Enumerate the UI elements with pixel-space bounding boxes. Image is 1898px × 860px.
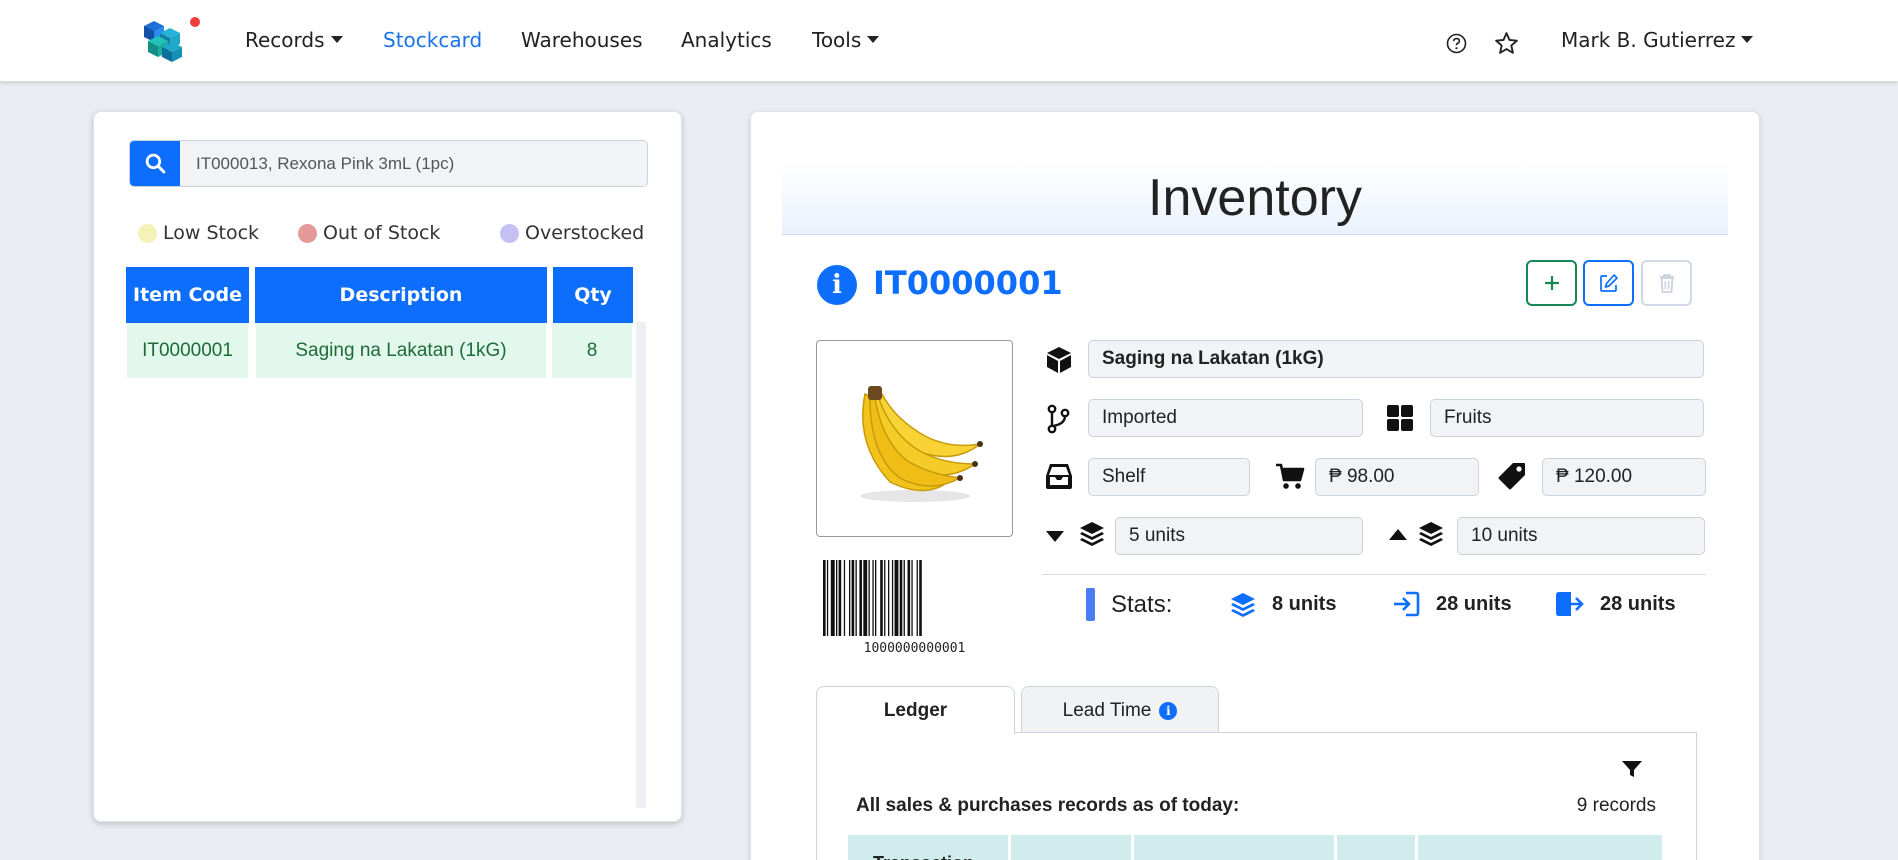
category-field[interactable]: Fruits (1430, 399, 1704, 437)
tab-ledger[interactable]: Ledger (816, 686, 1015, 734)
ledger-header-col[interactable] (1011, 835, 1131, 860)
ledger-caption: All sales & purchases records as of toda… (856, 795, 1240, 816)
item-code-title: IT0000001 (873, 264, 1063, 302)
banana-image (859, 385, 983, 502)
caret-down-icon (1741, 36, 1754, 43)
inventory-card: Inventory i IT0000001 1000000000001 Sagi… (750, 111, 1760, 860)
stat-on-hand: 8 units (1272, 593, 1337, 615)
edit-button[interactable] (1583, 260, 1634, 306)
nav-warehouses[interactable]: Warehouses (521, 28, 643, 52)
table-scrollbar[interactable] (636, 322, 646, 808)
header-item-code[interactable]: Item Code (126, 267, 249, 323)
selling-price-field[interactable]: ₱ 120.00 (1542, 458, 1706, 496)
low-stock-dot (138, 223, 157, 243)
ledger-header-col[interactable] (1337, 835, 1415, 860)
table-cell-qty[interactable]: 8 (552, 323, 632, 378)
max-stock-field[interactable]: 10 units (1457, 517, 1705, 555)
search-group (129, 140, 648, 187)
branch-icon (1047, 404, 1070, 434)
tag-icon (1498, 463, 1525, 490)
header-description[interactable]: Description (255, 267, 547, 323)
item-list-card: Low Stock Out of Stock Overstocked Item … (93, 111, 682, 822)
tab-lead-time[interactable]: Lead Time i (1021, 686, 1219, 734)
delete-button[interactable] (1641, 260, 1692, 306)
product-image (816, 340, 1013, 537)
search-icon (145, 153, 165, 174)
table-cell-item-code[interactable]: IT0000001 (127, 323, 248, 378)
layers-icon (1080, 522, 1104, 546)
stock-in-icon (1394, 591, 1420, 617)
purchase-price-field[interactable]: ₱ 98.00 (1315, 458, 1479, 496)
notification-dot (190, 17, 200, 27)
out-of-stock-dot (298, 223, 317, 243)
trash-icon (1659, 274, 1674, 293)
stats-label: Stats: (1111, 591, 1173, 618)
table-cell-description[interactable]: Saging na Lakatan (1kG) (256, 323, 546, 378)
ledger-panel: All sales & purchases records as of toda… (816, 732, 1697, 860)
box-icon (1047, 347, 1071, 373)
overstocked-dot (500, 223, 519, 243)
stats-accent-bar (1086, 588, 1095, 621)
stat-stock-out: 28 units (1600, 593, 1676, 615)
cart-icon (1276, 463, 1305, 489)
ledger-record-count: 9 records (1576, 795, 1656, 816)
layers-icon (1419, 522, 1443, 546)
app-logo-icon[interactable] (140, 17, 196, 63)
header-qty[interactable]: Qty (553, 267, 633, 323)
layers-icon (1231, 593, 1255, 617)
ledger-header-col[interactable] (1418, 835, 1662, 860)
legend-overstocked: Overstocked (500, 222, 644, 244)
filter-icon[interactable] (1621, 759, 1643, 779)
nav-analytics[interactable]: Analytics (681, 28, 772, 52)
caret-down-icon (1046, 531, 1064, 542)
edit-icon (1599, 274, 1618, 292)
stats-divider (1042, 574, 1706, 575)
nav-stockcard[interactable]: Stockcard (383, 28, 482, 52)
stat-stock-in: 28 units (1436, 593, 1512, 615)
ledger-header-col[interactable] (1134, 835, 1334, 860)
help-icon[interactable] (1446, 33, 1467, 54)
barcode-number: 1000000000001 (863, 641, 966, 656)
info-icon: i (817, 265, 857, 305)
caret-up-icon (1389, 529, 1407, 540)
stock-out-icon (1556, 592, 1584, 616)
nav-tools[interactable]: Tools (812, 28, 880, 52)
legend-low-stock: Low Stock (138, 222, 259, 244)
search-button[interactable] (130, 141, 180, 186)
origin-field[interactable]: Imported (1088, 399, 1363, 437)
grid-icon (1387, 405, 1413, 431)
inbox-icon (1046, 464, 1072, 489)
nav-records[interactable]: Records (245, 28, 343, 52)
legend-out-of-stock: Out of Stock (298, 222, 440, 244)
plus-icon (1544, 276, 1559, 290)
description-field[interactable]: Saging na Lakatan (1kG) (1088, 340, 1704, 378)
caret-down-icon (330, 36, 343, 43)
star-icon[interactable] (1494, 31, 1519, 56)
location-field[interactable]: Shelf (1088, 458, 1250, 496)
user-menu[interactable]: Mark B. Gutierrez (1561, 28, 1754, 52)
add-button[interactable] (1526, 260, 1577, 306)
barcode-image (823, 560, 922, 636)
info-icon[interactable]: i (1159, 701, 1178, 720)
top-navbar: Records Stockcard Warehouses Analytics T… (0, 0, 1898, 81)
inventory-title: Inventory (782, 162, 1728, 235)
min-stock-field[interactable]: 5 units (1115, 517, 1363, 555)
caret-down-icon (867, 36, 880, 43)
ledger-header-transaction[interactable]: Transaction (848, 835, 1008, 860)
search-input[interactable] (180, 141, 647, 186)
